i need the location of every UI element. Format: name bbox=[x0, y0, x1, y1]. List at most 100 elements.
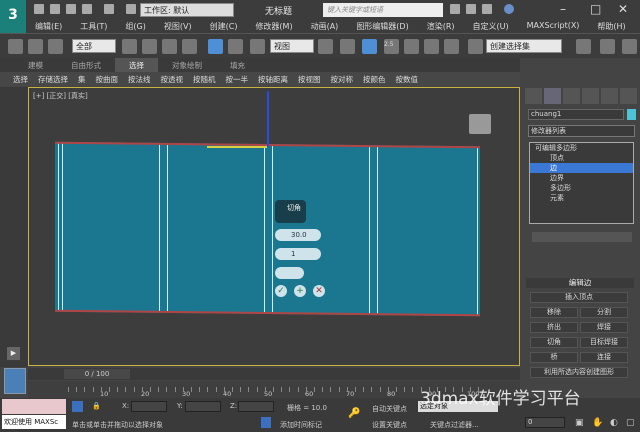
spinner-snap-icon[interactable] bbox=[444, 39, 459, 54]
tools-icon[interactable] bbox=[466, 4, 476, 14]
motion-tab-icon[interactable] bbox=[582, 88, 599, 104]
menu-customize[interactable]: 自定义(U) bbox=[464, 20, 518, 33]
ribbon-item[interactable]: 按数值 bbox=[391, 72, 424, 86]
help-icon[interactable] bbox=[504, 4, 514, 14]
modifier-list-dropdown[interactable]: 修改器列表 bbox=[528, 125, 635, 137]
ribbon-item[interactable]: 按法线 bbox=[123, 72, 156, 86]
rotate-icon[interactable] bbox=[228, 39, 243, 54]
add-time-tag[interactable]: 添加时间标记 bbox=[280, 420, 322, 430]
tab-object-paint[interactable]: 对象绘制 bbox=[158, 58, 216, 72]
ribbon-item[interactable]: 存储选择 bbox=[33, 72, 73, 86]
maxscript-mini-listener[interactable]: 欢迎使用 MAXSc bbox=[2, 415, 66, 429]
cancel-icon[interactable]: ✕ bbox=[313, 285, 325, 297]
current-frame-field[interactable]: 0 bbox=[525, 417, 565, 428]
named-selection-dropdown[interactable]: 创建选择集 bbox=[486, 39, 562, 53]
chamfer-button[interactable]: 切角 bbox=[530, 337, 578, 348]
ok-icon[interactable]: ✓ bbox=[275, 285, 287, 297]
select-object-icon[interactable] bbox=[122, 39, 137, 54]
window-crossing-icon[interactable] bbox=[182, 39, 197, 54]
x-coord-field[interactable] bbox=[131, 401, 167, 412]
create-tab-icon[interactable] bbox=[525, 88, 542, 104]
caddy-title[interactable]: 切角 bbox=[275, 200, 306, 223]
menu-modifiers[interactable]: 修改器(M) bbox=[246, 20, 301, 33]
stack-item-edge[interactable]: 边 bbox=[530, 163, 633, 173]
mini-viewport-icon[interactable] bbox=[4, 368, 26, 394]
chamfer-amount-field[interactable]: 30.0 bbox=[275, 229, 321, 241]
menu-help[interactable]: 帮助(H) bbox=[588, 20, 634, 33]
display-tab-icon[interactable] bbox=[601, 88, 618, 104]
ribbon-item[interactable]: 按轴距离 bbox=[253, 72, 293, 86]
scale-icon[interactable] bbox=[250, 39, 265, 54]
menu-views[interactable]: 视图(V) bbox=[155, 20, 201, 33]
select-by-name-icon[interactable] bbox=[142, 39, 157, 54]
ribbon-item[interactable]: 按透视 bbox=[156, 72, 189, 86]
menu-animation[interactable]: 动画(A) bbox=[302, 20, 348, 33]
modify-tab-icon[interactable] bbox=[544, 88, 561, 104]
utilities-tab-icon[interactable] bbox=[620, 88, 637, 104]
menu-tools[interactable]: 工具(T) bbox=[71, 20, 116, 33]
hierarchy-tab-icon[interactable] bbox=[563, 88, 580, 104]
auto-key-button[interactable]: 自动关键点 bbox=[372, 404, 407, 414]
viewcube[interactable] bbox=[469, 114, 491, 134]
tab-modeling[interactable]: 建模 bbox=[14, 58, 57, 72]
gizmo-y-axis[interactable] bbox=[207, 146, 267, 148]
project-icon[interactable] bbox=[126, 4, 136, 14]
z-coord-field[interactable] bbox=[238, 401, 274, 412]
ribbon-item[interactable]: 按一半 bbox=[221, 72, 254, 86]
menu-maxscript[interactable]: MAXScript(X) bbox=[518, 20, 589, 33]
zoom-extents-icon[interactable]: ▣ bbox=[575, 418, 584, 428]
set-key-button[interactable]: 设置关键点 bbox=[372, 420, 407, 430]
undo-icon[interactable] bbox=[82, 4, 92, 14]
star-icon[interactable] bbox=[482, 4, 492, 14]
selection-lock-icon[interactable] bbox=[72, 401, 83, 412]
stack-item-element[interactable]: 元素 bbox=[530, 193, 633, 203]
align-icon[interactable] bbox=[600, 39, 615, 54]
snap-toggle-icon[interactable]: 2.5 bbox=[384, 39, 399, 54]
extrude-button[interactable]: 挤出 bbox=[530, 322, 578, 333]
menu-graph-editors[interactable]: 图形编辑器(D) bbox=[347, 20, 417, 33]
y-coord-field[interactable] bbox=[185, 401, 221, 412]
ribbon-item[interactable]: 按视图 bbox=[293, 72, 326, 86]
new-icon[interactable] bbox=[34, 4, 44, 14]
close-button[interactable]: ✕ bbox=[618, 2, 628, 16]
search-input[interactable]: 键入关键字或短语 bbox=[323, 3, 443, 17]
weld-button[interactable]: 焊接 bbox=[580, 322, 628, 333]
time-slider[interactable]: 0 / 100 bbox=[28, 368, 520, 380]
save-icon[interactable] bbox=[66, 4, 76, 14]
orbit-icon[interactable]: ◐ bbox=[610, 418, 618, 428]
open-chamfer-toggle[interactable] bbox=[275, 267, 304, 279]
insert-vertex-button[interactable]: 插入顶点 bbox=[530, 292, 628, 303]
tab-populate[interactable]: 填充 bbox=[216, 58, 259, 72]
ribbon-item[interactable]: 按对称 bbox=[326, 72, 359, 86]
time-tag-icon[interactable] bbox=[261, 417, 271, 428]
menu-rendering[interactable]: 渲染(R) bbox=[418, 20, 464, 33]
apply-icon[interactable]: + bbox=[294, 285, 306, 297]
ribbon-item[interactable]: 按曲面 bbox=[91, 72, 124, 86]
lock-icon[interactable]: 🔒 bbox=[92, 402, 101, 410]
ribbon-item[interactable]: 按随机 bbox=[188, 72, 221, 86]
object-color-swatch[interactable] bbox=[627, 109, 636, 120]
bind-spacewarp-icon[interactable] bbox=[48, 39, 63, 54]
key-filters-button[interactable]: 关键点过滤器... bbox=[430, 420, 479, 430]
create-shape-button[interactable]: 利用所选内容创建图形 bbox=[530, 367, 628, 378]
ribbon-item[interactable]: 按颜色 bbox=[358, 72, 391, 86]
viewport-label[interactable]: [+] [正交] [真实] bbox=[33, 91, 88, 101]
split-button[interactable]: 分割 bbox=[580, 307, 628, 318]
maxscript-listener[interactable] bbox=[2, 399, 66, 414]
maximize-button[interactable]: □ bbox=[590, 2, 601, 16]
keyboard-shortcut-icon[interactable] bbox=[362, 39, 377, 54]
menu-group[interactable]: 组(G) bbox=[116, 20, 154, 33]
mesh-object[interactable] bbox=[55, 141, 480, 317]
rect-selection-icon[interactable] bbox=[162, 39, 177, 54]
move-icon[interactable] bbox=[208, 39, 223, 54]
open-icon[interactable] bbox=[50, 4, 60, 14]
tab-selection[interactable]: 选择 bbox=[115, 58, 158, 72]
play-icon[interactable]: ▶ bbox=[7, 347, 20, 360]
stack-item-vertex[interactable]: 顶点 bbox=[530, 153, 633, 163]
pivot-icon[interactable] bbox=[318, 39, 333, 54]
edit-edges-rollout-title[interactable]: 编辑边 bbox=[526, 278, 634, 288]
gizmo-z-axis[interactable] bbox=[267, 91, 269, 147]
stack-tools[interactable] bbox=[532, 232, 632, 242]
time-slider-thumb[interactable]: 0 / 100 bbox=[64, 369, 130, 379]
stack-item-editable-poly[interactable]: 可编辑多边形 bbox=[530, 143, 633, 153]
